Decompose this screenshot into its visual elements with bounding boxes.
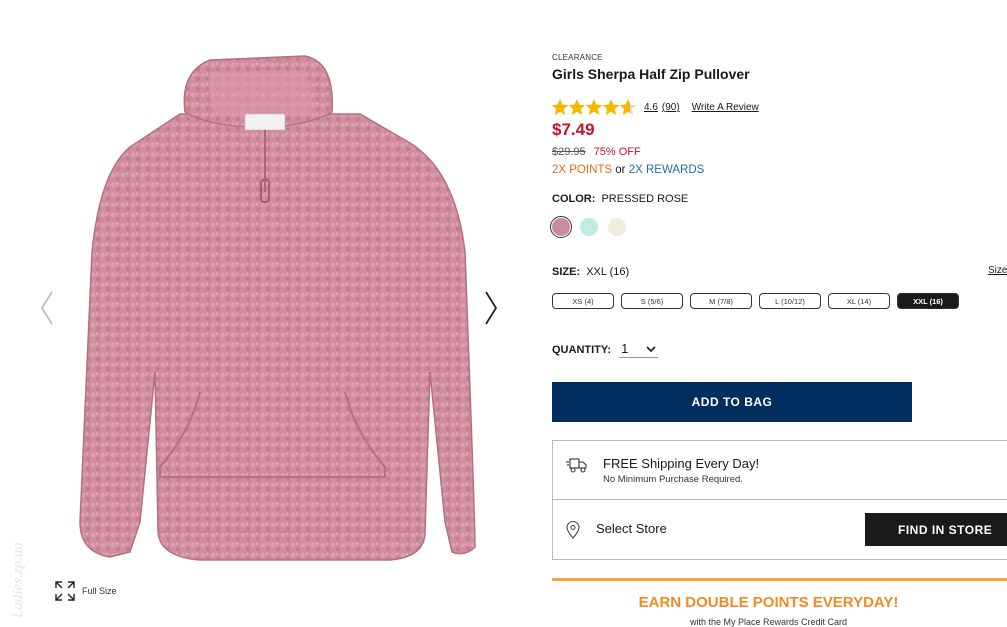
color-label: COLOR: (552, 193, 596, 205)
review-count-link[interactable]: (90) (662, 102, 680, 113)
price-details: $29.95 75% OFF (552, 146, 641, 158)
size-option-s[interactable]: S (5/6) (621, 293, 683, 309)
clearance-eyebrow: CLEARANCE (552, 53, 603, 62)
quantity-select[interactable]: 1 (619, 341, 659, 358)
size-option-l[interactable]: L (10/12) (759, 293, 821, 309)
star-rating (552, 99, 636, 115)
swatch-mint[interactable] (580, 218, 598, 236)
color-value: PRESSED ROSE (601, 193, 689, 205)
swatch-pressed-rose[interactable] (550, 216, 572, 238)
fulfillment-divider (552, 499, 1007, 500)
find-in-store-button[interactable]: FIND IN STORE (865, 513, 1007, 546)
product-image[interactable] (60, 52, 480, 567)
promo-headline: EARN DOUBLE POINTS EVERYDAY! (638, 594, 899, 611)
points-row: 2X POINTS or 2X REWARDS (552, 164, 704, 176)
free-shipping-subtitle: No Minimum Purchase Required. (603, 474, 743, 485)
rewards-text: 2X REWARDS (628, 164, 705, 176)
star-icon (552, 99, 636, 115)
full-size-label: Full Size (82, 586, 117, 596)
color-row: COLOR: PRESSED ROSE (552, 193, 688, 205)
write-review-link[interactable]: Write A Review (692, 102, 759, 113)
size-option-xs[interactable]: XS (4) (552, 293, 614, 309)
free-shipping-title: FREE Shipping Every Day! (603, 456, 760, 471)
truck-icon (566, 456, 588, 479)
product-title: Girls Sherpa Half Zip Pullover (552, 66, 750, 82)
size-value: XXL (16) (586, 266, 630, 278)
color-swatches (550, 216, 626, 238)
watermark: Ladies.zp.ua (2, 490, 32, 620)
chevron-left-icon (40, 291, 53, 325)
points-text: 2X POINTS (552, 164, 613, 176)
quantity-value: 1 (621, 341, 629, 356)
rating-value-link[interactable]: 4.6 (644, 102, 658, 113)
watermark-text: Ladies.zp.ua (10, 542, 26, 619)
sale-price: $7.49 (552, 120, 595, 139)
expand-icon (55, 581, 75, 601)
quantity-label: QUANTITY: (552, 343, 612, 356)
size-option-m[interactable]: M (7/8) (690, 293, 752, 309)
add-to-bag-button[interactable]: ADD TO BAG (552, 382, 912, 422)
prev-image-button[interactable] (36, 288, 60, 328)
chevron-right-icon (485, 291, 498, 325)
full-size-button[interactable]: Full Size (54, 580, 117, 602)
chevron-down-icon (646, 345, 656, 352)
size-options: XS (4) S (5/6) M (7/8) L (10/12) XL (14)… (552, 293, 959, 309)
discount-badge: 75% OFF (593, 146, 641, 158)
size-option-xl[interactable]: XL (14) (828, 293, 890, 309)
size-row: SIZE: XXL (16) (552, 266, 629, 278)
select-store-link[interactable]: Select Store (596, 521, 667, 536)
original-price: $29.95 (552, 146, 586, 158)
location-pin-icon (566, 520, 580, 544)
rating-row: 4.6 (90) Write A Review (552, 99, 759, 116)
size-label: SIZE: (552, 266, 581, 278)
points-or-text: or (615, 164, 626, 176)
size-option-xxl[interactable]: XXL (16) (897, 293, 959, 309)
next-image-button[interactable] (480, 288, 504, 328)
quantity-row: QUANTITY: 1 (552, 341, 659, 358)
promo-subline: with the My Place Rewards Credit Card (689, 617, 848, 627)
size-guide-link[interactable]: Size (988, 265, 1007, 276)
promo-divider (552, 578, 1007, 581)
swatch-cream[interactable] (608, 218, 626, 236)
